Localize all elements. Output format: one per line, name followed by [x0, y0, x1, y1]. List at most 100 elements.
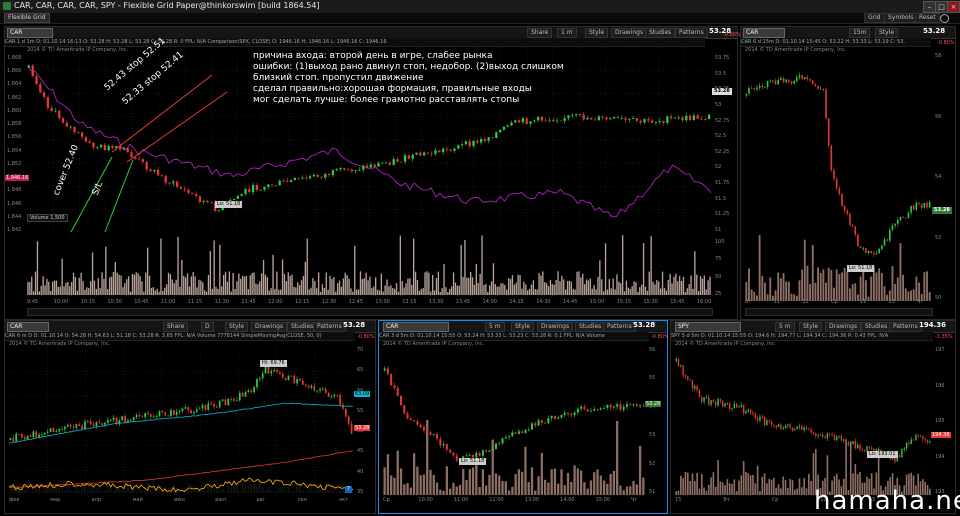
volume-bar [566, 472, 570, 495]
axis-tick-label: 1,846 [7, 200, 22, 207]
candle [279, 372, 281, 374]
volume-bar [686, 288, 688, 295]
axis-tick-label: 55 [649, 375, 656, 382]
volume-bar [103, 278, 105, 295]
volume-bar [585, 279, 588, 295]
drawings-button[interactable]: Drawings [251, 322, 288, 332]
close-button[interactable]: × [947, 1, 960, 13]
volume-bar [57, 286, 60, 295]
volume-bar [403, 484, 406, 495]
candle [107, 420, 109, 423]
volume-bar [250, 484, 253, 493]
candle [301, 380, 304, 385]
style-button[interactable]: Style [799, 322, 823, 332]
volume-bar [390, 285, 392, 295]
drawings-button[interactable]: Drawings [611, 28, 648, 38]
horizontal-scrollbar[interactable] [745, 308, 933, 316]
candle [312, 174, 316, 177]
volume-bar [279, 289, 282, 295]
patterns-button[interactable]: Patterns [675, 28, 708, 38]
daily-price-chart[interactable] [9, 347, 353, 495]
volume-bar [878, 268, 881, 301]
last-price: 53.28 [923, 27, 946, 35]
volume-bar [758, 235, 761, 301]
candle [330, 396, 333, 398]
share-button[interactable]: Share [527, 28, 553, 38]
volume-bar [517, 274, 519, 295]
volume-bar [439, 489, 442, 495]
volume-bar [468, 469, 471, 495]
candle [137, 158, 141, 160]
aggregation-button[interactable]: 1 m [557, 28, 577, 38]
symbol-input[interactable]: CAR [383, 322, 449, 332]
candle [705, 397, 708, 398]
help-icon[interactable]: ? [345, 486, 352, 493]
volume-bar [338, 280, 341, 295]
drawings-button[interactable]: Drawings [537, 322, 574, 332]
volume-bar [864, 280, 867, 301]
volume-bar [490, 281, 493, 295]
title-bar: CAR, CAR, CAR, CAR, SPY - Flexible Grid … [0, 0, 960, 13]
candle [891, 225, 894, 230]
candle [643, 119, 646, 123]
right-top-price-chart[interactable] [745, 53, 931, 303]
volume-bar [707, 484, 710, 495]
volume-bar [443, 264, 445, 295]
time-tick-label: 15:00 [589, 299, 605, 305]
symbol-input[interactable]: CAR [7, 28, 53, 38]
studies-button[interactable]: Studies [575, 322, 606, 332]
style-button[interactable]: Style [225, 322, 249, 332]
grid-button[interactable]: Grid [864, 13, 885, 23]
spy-price-chart[interactable] [675, 347, 931, 497]
app-logo-icon [3, 2, 11, 10]
volume-bar [137, 273, 139, 295]
symbol-input[interactable]: CAR [743, 28, 785, 38]
style-button[interactable]: Style [585, 28, 609, 38]
volume-bar [587, 280, 590, 295]
settings-gear-icon[interactable] [940, 14, 949, 23]
volume-bar [530, 284, 533, 295]
volume-bar [173, 283, 175, 295]
aggregation-button[interactable]: D [201, 322, 214, 332]
volume-bar [331, 279, 333, 295]
horizontal-scrollbar[interactable] [27, 308, 713, 316]
candle [160, 175, 164, 177]
axis-tick-label: 51.5 [715, 195, 727, 202]
candle [571, 115, 574, 116]
candle [253, 387, 255, 393]
tab-flexible-grid[interactable]: Flexible Grid [4, 13, 50, 23]
style-button[interactable]: Style [875, 28, 899, 38]
candle [316, 390, 319, 392]
aggregation-button[interactable]: 5 m [485, 322, 505, 332]
candle [856, 444, 859, 449]
symbol-input[interactable]: CAR [7, 322, 49, 332]
studies-button[interactable]: Studies [645, 28, 676, 38]
candle [342, 404, 344, 409]
volume-bar [441, 288, 443, 295]
share-button[interactable]: Share [163, 322, 189, 332]
volume-bar [302, 275, 305, 295]
volume-bar [290, 491, 293, 493]
volume-bar [411, 284, 413, 295]
volume-bar [485, 283, 487, 295]
reset-button[interactable]: Reset [915, 13, 940, 23]
intraday-price-chart[interactable] [383, 347, 645, 497]
style-button[interactable]: Style [511, 322, 535, 332]
volume-bar [557, 271, 559, 295]
candle [230, 398, 233, 400]
candle [350, 169, 354, 172]
symbols-button[interactable]: Symbols [884, 13, 918, 23]
volume-bar [705, 490, 708, 495]
symbol-input[interactable]: SPY [675, 322, 741, 332]
drawings-button[interactable]: Drawings [825, 322, 862, 332]
candle [899, 217, 902, 221]
candle [752, 412, 754, 414]
volume-bar [393, 477, 396, 495]
aggregation-button[interactable]: 15m [849, 28, 871, 38]
candle [845, 439, 847, 443]
candle [80, 132, 84, 137]
studies-button[interactable]: Studies [861, 322, 892, 332]
candle [605, 117, 608, 120]
volume-bar [460, 244, 462, 295]
aggregation-button[interactable]: 5 m [775, 322, 795, 332]
